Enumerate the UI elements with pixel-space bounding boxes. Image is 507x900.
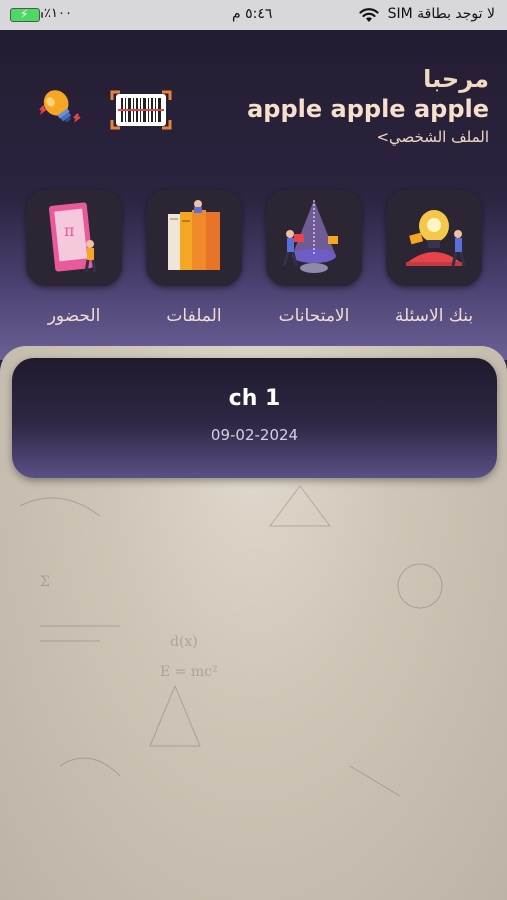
- carrier-label: لا توجد بطاقة SIM: [387, 6, 495, 22]
- question-bank-icon[interactable]: [386, 190, 482, 286]
- svg-text:Σ: Σ: [40, 574, 50, 590]
- exams-icon[interactable]: [266, 190, 362, 286]
- chapter-card[interactable]: ch 1 09-02-2024: [12, 358, 497, 478]
- category-label-question-bank[interactable]: بنك الاسئلة: [374, 306, 494, 326]
- category-label-files[interactable]: الملفات: [134, 306, 254, 326]
- files-icon[interactable]: [146, 190, 242, 286]
- lightbulb-icon[interactable]: [34, 82, 84, 132]
- clock: ٥:٤٦ م: [232, 6, 273, 22]
- greeting-hello: مرحبا: [423, 65, 489, 93]
- chapter-title: ch 1: [228, 386, 281, 411]
- svg-text:d(x): d(x): [170, 634, 198, 650]
- svg-text:E = mc²: E = mc²: [160, 664, 218, 680]
- greeting: مرحبا apple apple apple الملف الشخصي>: [247, 64, 489, 146]
- chapter-date: 09-02-2024: [210, 426, 299, 444]
- svg-text:π: π: [64, 221, 75, 240]
- battery-percent: ٪١٠٠: [44, 6, 72, 21]
- barcode-scanner-icon[interactable]: [110, 88, 172, 132]
- category-label-exams[interactable]: الامتحانات: [254, 306, 374, 326]
- category-label-attendance[interactable]: الحضور: [14, 306, 134, 326]
- wifi-icon: [359, 8, 379, 22]
- math-doodles-background: E = mc² d(x) Σ: [19, 485, 443, 797]
- battery-icon: ⚡: [10, 7, 43, 22]
- user-name: apple apple apple: [247, 95, 489, 123]
- attendance-icon[interactable]: π: [26, 190, 122, 286]
- profile-link[interactable]: الملف الشخصي>: [247, 128, 489, 146]
- status-bar: لا توجد بطاقة SIM ٥:٤٦ م ⚡ ٪١٠٠: [0, 0, 507, 30]
